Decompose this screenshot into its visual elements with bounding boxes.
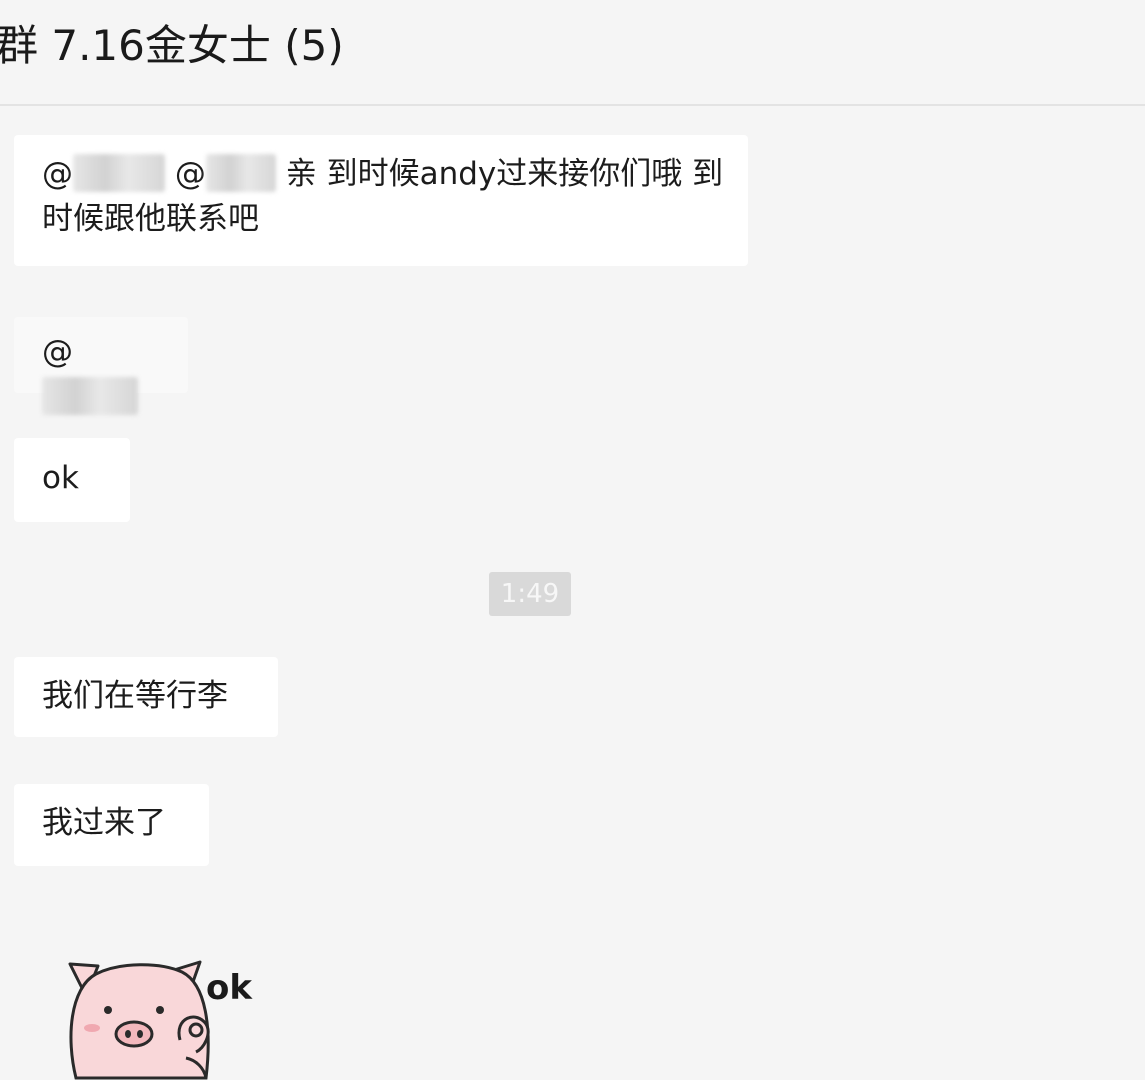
message-bubble[interactable]: @ @ 亲 到时候andy过来接你们哦 到时候跟他联系吧 xyxy=(14,135,748,266)
blurred-mention-name xyxy=(73,153,165,192)
message-bubble[interactable]: @ xyxy=(14,317,188,415)
message-text: ok xyxy=(42,460,79,496)
message-bubble[interactable]: 我过来了 xyxy=(14,784,209,866)
sticker-ok-text: ok xyxy=(206,968,252,1008)
message-text: 我们在等行李 xyxy=(42,678,228,714)
message-bubble[interactable]: ok xyxy=(14,438,130,522)
message-text: 我过来了 xyxy=(42,805,166,841)
chat-title: 群 7.16金女士 (5) xyxy=(0,21,344,70)
blurred-mention-name xyxy=(42,376,138,415)
mention-symbol: @ xyxy=(174,156,206,192)
chat-header: 群 7.16金女士 (5) xyxy=(0,0,1145,106)
mention-symbol: @ xyxy=(42,334,73,370)
message-timestamp: 1:49 xyxy=(489,572,571,616)
blurred-mention-name xyxy=(205,153,276,192)
message-bubble[interactable]: 我们在等行李 xyxy=(14,657,278,737)
chat-window: 群 7.16金女士 (5) @ @ 亲 到时候andy过来接你们哦 到时候跟他联… xyxy=(0,0,1145,1080)
pig-ok-sticker[interactable]: ok xyxy=(56,948,266,1080)
message-list[interactable]: @ @ 亲 到时候andy过来接你们哦 到时候跟他联系吧 @ ok 1:49 我… xyxy=(0,106,1145,1080)
mention-symbol: @ xyxy=(42,156,73,192)
